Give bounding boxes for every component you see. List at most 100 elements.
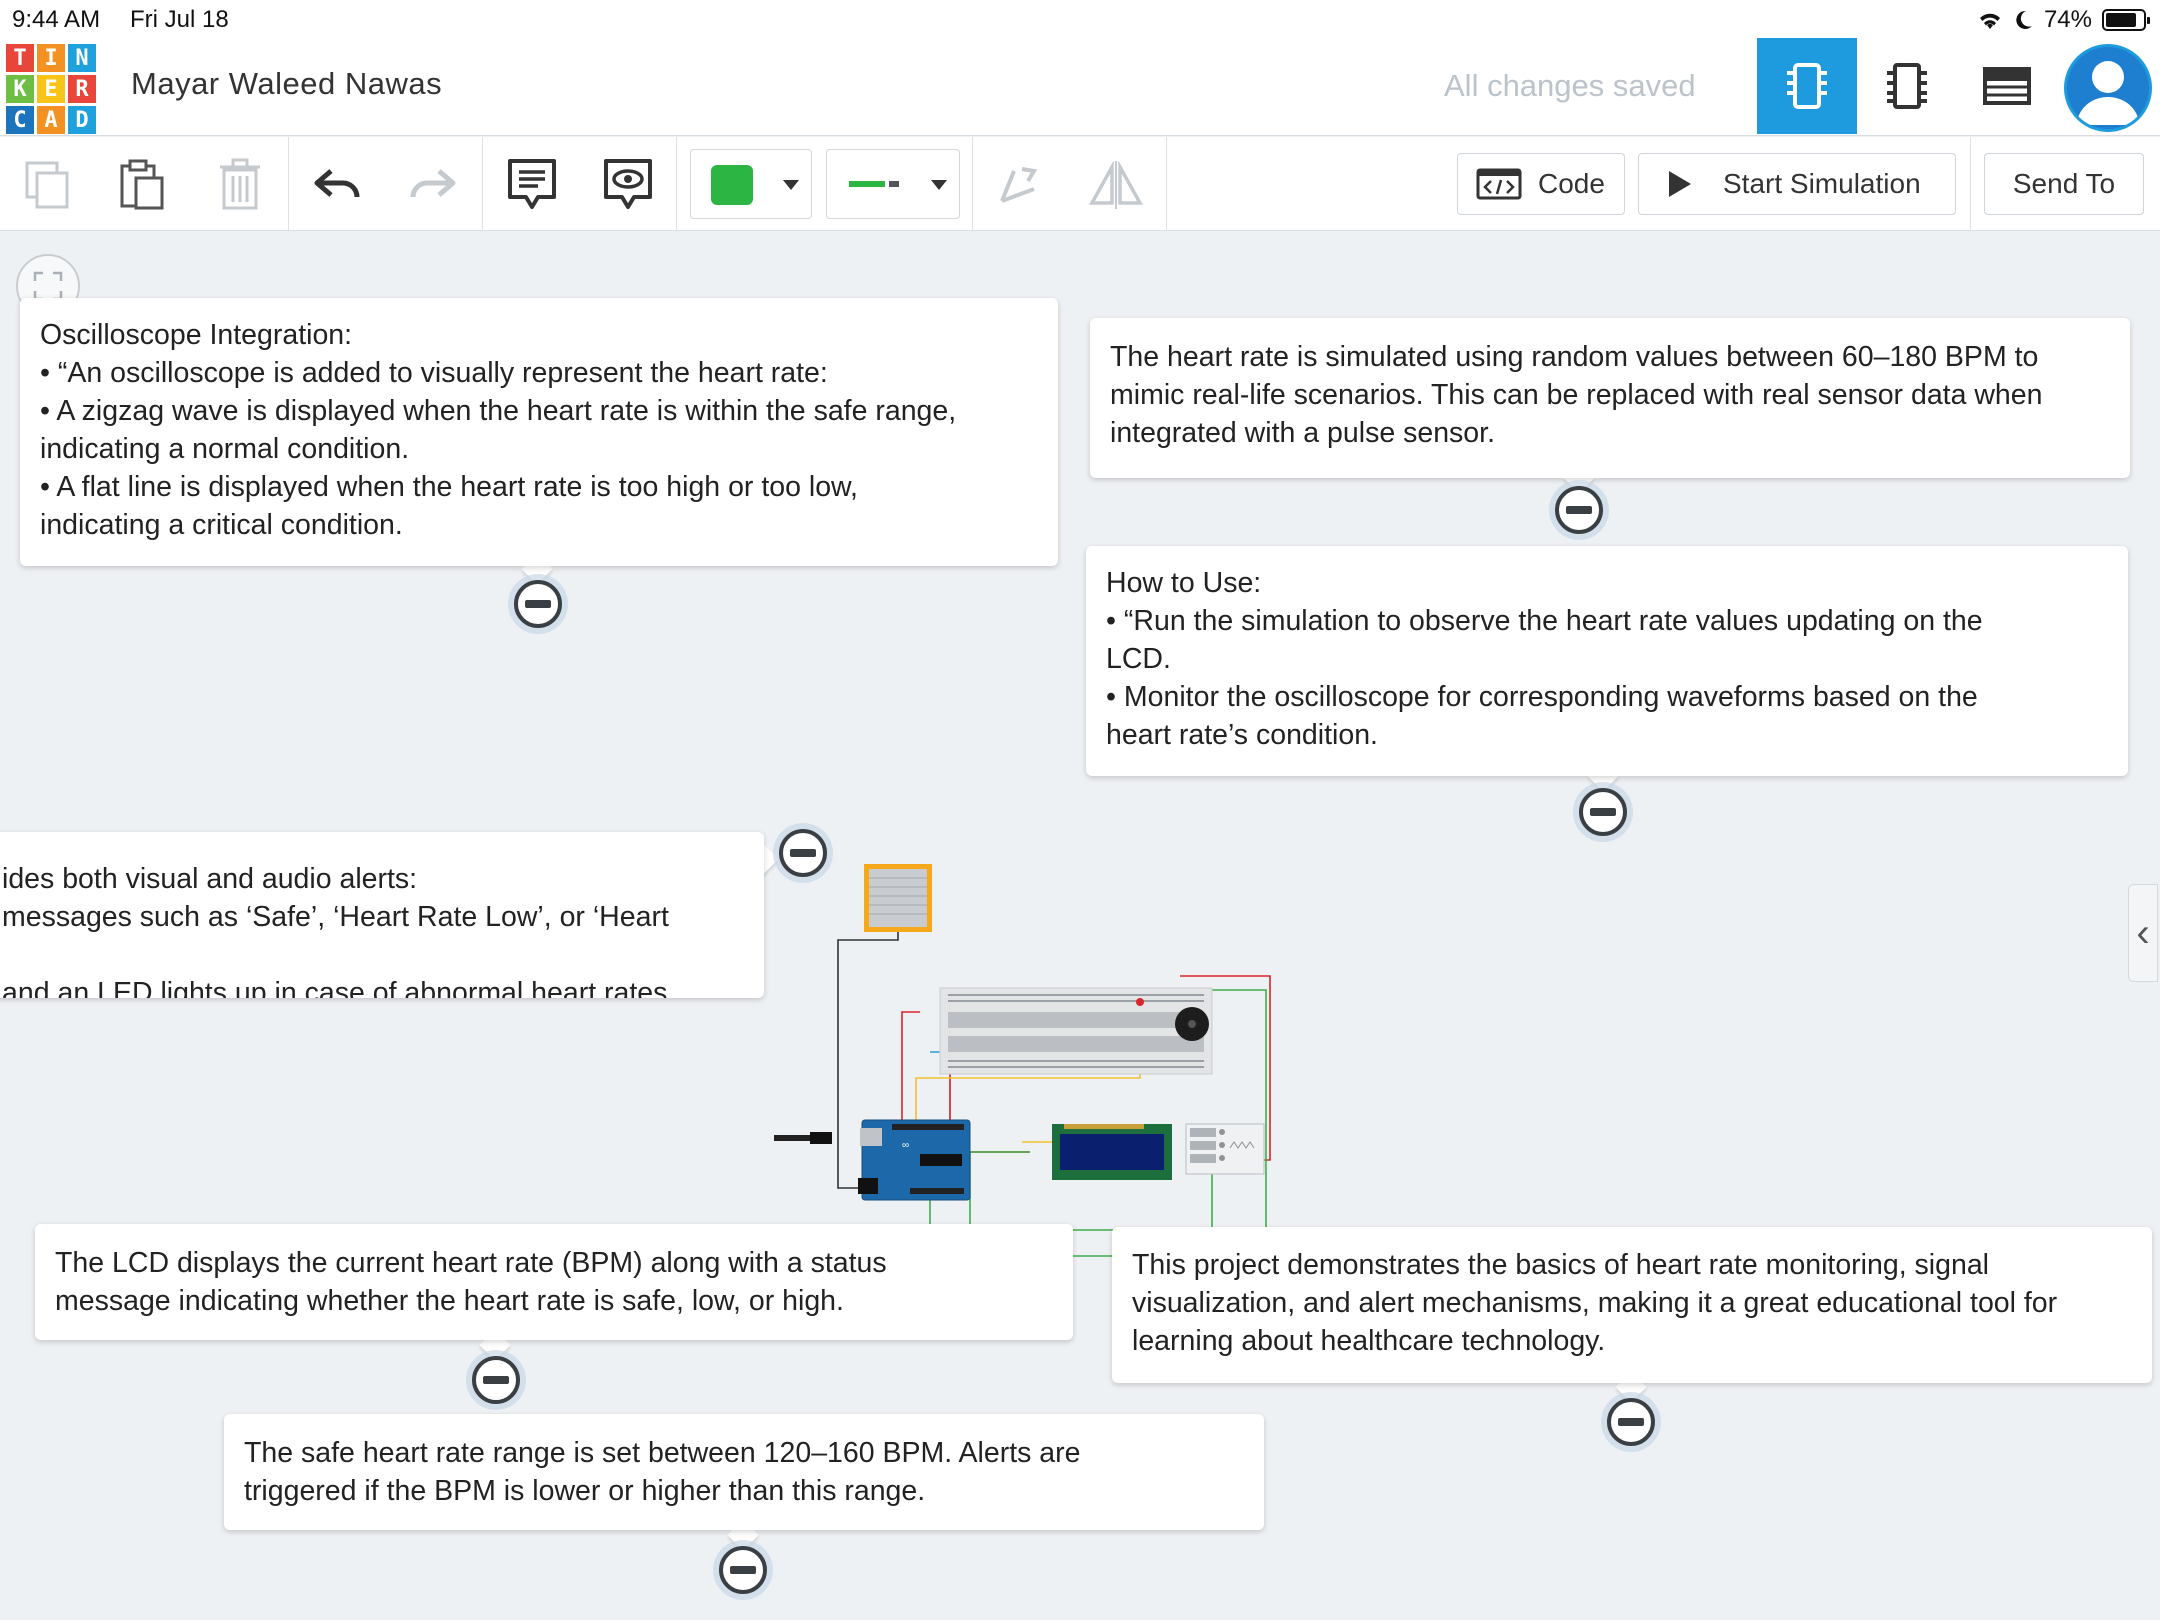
note-text: • A zigzag wave is displayed when the he… [40, 395, 957, 427]
color-picker[interactable] [690, 149, 812, 219]
arduino-uno[interactable]: ∞ [774, 1119, 971, 1201]
fit-view-icon [33, 271, 63, 301]
notes-icon [508, 159, 556, 209]
rotate-button[interactable] [988, 155, 1048, 215]
save-status: All changes saved [1444, 68, 1696, 103]
note-alerts[interactable]: ides both visual and audio alerts: messa… [0, 832, 764, 998]
note-text: mimic real-life scenarios. This can be r… [1110, 379, 2043, 411]
logo-letter: E [37, 75, 65, 103]
design-canvas[interactable]: Oscilloscope Integration: • “An oscillos… [0, 232, 2160, 1620]
moon-icon [2016, 10, 2032, 29]
collapse-note-button[interactable] [1555, 486, 1603, 534]
note-lcd-display[interactable]: The LCD displays the current heart rate … [35, 1224, 1073, 1340]
note-safe-range[interactable]: The safe heart rate range is set between… [224, 1414, 1264, 1530]
logo-letter: I [37, 44, 65, 72]
note-text: visualization, and alert mechanisms, mak… [1132, 1287, 2058, 1319]
start-simulation-button[interactable]: Start Simulation [1638, 153, 1956, 215]
start-simulation-label: Start Simulation [1723, 168, 1921, 199]
note-text: and an LED lights up in case of abnormal… [2, 977, 676, 998]
redo-icon [410, 169, 456, 198]
wire-type-picker[interactable] [826, 149, 960, 219]
copy-icon [25, 161, 69, 209]
note-text: LCD. [1106, 643, 1171, 675]
note-how-to-use[interactable]: How to Use: • “Run the simulation to obs… [1086, 546, 2128, 776]
redo-button[interactable] [402, 155, 462, 215]
led[interactable] [1136, 998, 1144, 1006]
code-label: Code [1538, 168, 1605, 199]
send-to-label: Send To [2012, 168, 2116, 199]
note-text: message indicating whether the heart rat… [55, 1285, 844, 1317]
note-heart-rate-simulation[interactable]: The heart rate is simulated using random… [1090, 318, 2130, 478]
lcd-display[interactable] [1052, 1124, 1172, 1180]
logo-letter: K [6, 75, 34, 103]
status-time: 9:44 AM [12, 6, 101, 33]
tinkercad-logo[interactable]: T I N K E R C A D [6, 44, 96, 134]
collapse-note-button[interactable] [514, 580, 562, 628]
note-text: messages such as ‘Safe’, ‘Heart Rate Low… [2, 901, 669, 933]
note-text: • A flat line is displayed when the hear… [40, 471, 858, 503]
notes-visibility-button[interactable] [598, 155, 658, 215]
svg-text:∞: ∞ [902, 1140, 909, 1151]
note-text: The LCD displays the current heart rate … [55, 1247, 887, 1279]
note-text: indicating a normal condition. [40, 433, 410, 465]
battery-icon [2102, 9, 2150, 31]
note-text: heart rate’s condition. [1106, 719, 1378, 751]
paste-button[interactable] [112, 155, 172, 215]
chevron-down-icon [931, 180, 947, 190]
logo-letter: R [68, 75, 96, 103]
schematic-view-button[interactable] [1857, 38, 1957, 134]
collapse-note-button[interactable] [472, 1356, 520, 1404]
logo-letter: D [68, 106, 96, 134]
copy-button[interactable] [18, 155, 78, 215]
send-to-button[interactable]: Send To [1984, 153, 2144, 215]
status-right: 74% [1976, 6, 2150, 34]
collapse-note-button[interactable] [719, 1546, 767, 1594]
note-text: triggered if the BPM is lower or higher … [244, 1475, 926, 1507]
side-panel-toggle[interactable]: ‹ [2128, 884, 2158, 982]
project-title[interactable]: Mayar Waleed Nawas [131, 66, 442, 102]
note-text: How to Use: [1106, 567, 1262, 599]
undo-button[interactable] [308, 155, 368, 215]
visibility-icon [604, 159, 652, 209]
oscilloscope[interactable] [1185, 1123, 1265, 1175]
battery-percent: 74% [2043, 6, 2092, 33]
collapse-note-button[interactable] [1607, 1398, 1655, 1446]
flip-button[interactable] [1086, 155, 1146, 215]
note-text: • “An oscilloscope is added to visually … [40, 357, 828, 389]
note-text: Oscilloscope Integration: [40, 319, 353, 351]
circuit-view-button[interactable] [1757, 38, 1857, 134]
flip-icon [1089, 161, 1143, 209]
code-icon [1476, 168, 1522, 200]
component-list-icon [1983, 67, 2031, 105]
app-header: T I N K E R C A D Mayar Waleed Nawas All… [0, 38, 2160, 136]
breadboard[interactable] [939, 987, 1213, 1075]
logo-letter: C [6, 106, 34, 134]
note-text: integrated with a pulse sensor. [1110, 417, 1495, 449]
schematic-view-icon [1887, 63, 1927, 109]
undo-icon [314, 169, 360, 198]
note-text: • “Run the simulation to observe the hea… [1106, 605, 1983, 637]
note-text: • Monitor the oscilloscope for correspon… [1106, 681, 1978, 713]
delete-icon [220, 158, 260, 210]
ios-status-bar: 9:44 AM Fri Jul 18 74% [0, 0, 2160, 38]
note-text: indicating a critical condition. [40, 509, 403, 541]
component-list-button[interactable] [1957, 38, 2057, 134]
piezo-buzzer[interactable] [1175, 1007, 1209, 1041]
chevron-down-icon [783, 180, 799, 190]
logo-letter: N [68, 44, 96, 72]
note-text: The heart rate is simulated using random… [1110, 341, 2039, 373]
note-oscilloscope[interactable]: Oscilloscope Integration: • “An oscillos… [20, 298, 1058, 566]
user-avatar[interactable] [2064, 44, 2152, 132]
note-text: This project demonstrates the basics of … [1132, 1249, 1990, 1281]
notes-button[interactable] [502, 155, 562, 215]
note-project-summary[interactable]: This project demonstrates the basics of … [1112, 1227, 2152, 1383]
status-date: Fri Jul 18 [130, 6, 229, 33]
delete-button[interactable] [210, 155, 270, 215]
color-swatch [711, 165, 753, 205]
wire-icon [849, 181, 899, 187]
pulse-sensor[interactable] [864, 864, 932, 932]
code-button[interactable]: Code [1457, 153, 1625, 215]
note-text: learning about healthcare technology. [1132, 1325, 1606, 1357]
editor-toolbar: Code Start Simulation Send To [0, 137, 2160, 231]
collapse-note-button[interactable] [1579, 788, 1627, 836]
